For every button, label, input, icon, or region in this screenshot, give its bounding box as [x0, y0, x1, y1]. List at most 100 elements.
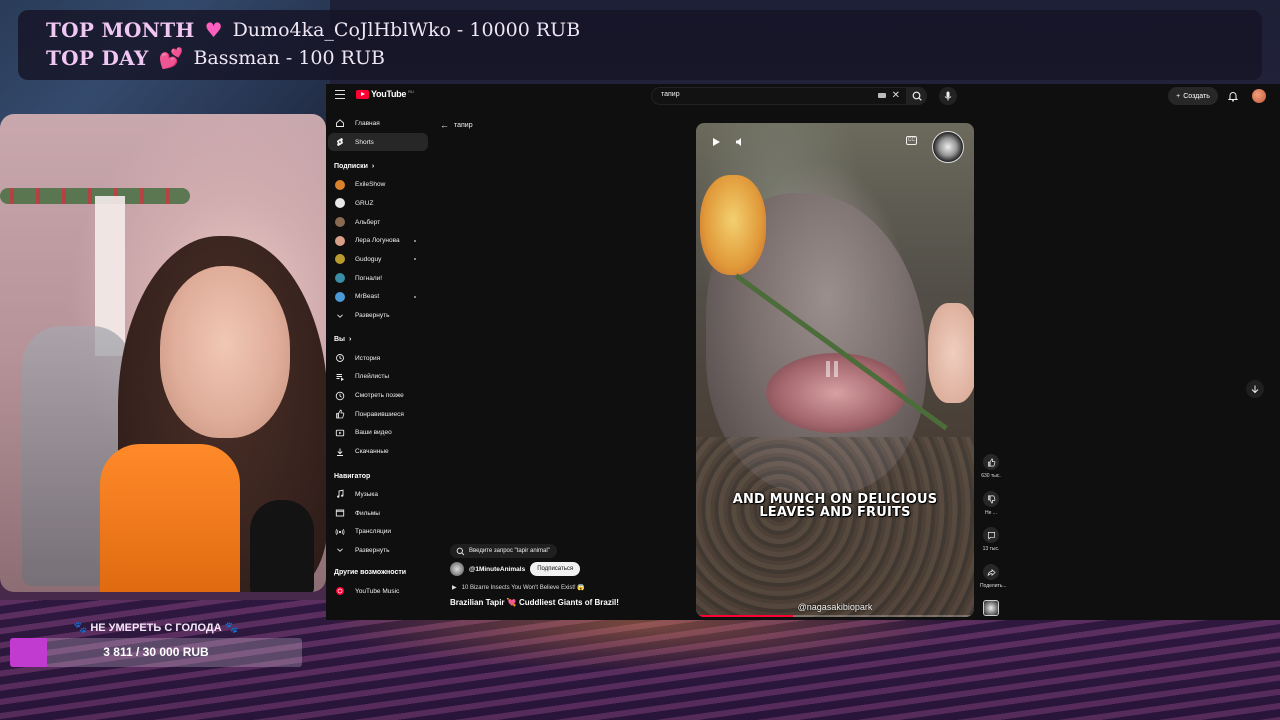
- sound-thumbnail[interactable]: [983, 600, 999, 616]
- sidebar-item-label: Shorts: [355, 138, 374, 146]
- youtube-play-logo-icon: [356, 89, 369, 99]
- chevron-right-icon: ›: [349, 336, 352, 344]
- subscriptions-list: ExileShow GRUZ Альберт Лера Логунова Gudoguy…: [326, 175, 430, 306]
- playlist-link[interactable]: ▶ 10 Bizarre Insects You Won't Believe E…: [452, 584, 585, 591]
- sidebar-item-label: Лера Логунова: [355, 237, 400, 245]
- top-day-label: TOP DAY: [46, 46, 149, 70]
- sidebar-item-live[interactable]: Трансляции: [326, 522, 430, 541]
- thumbs-up-icon: [987, 458, 995, 466]
- video-progress-bar[interactable]: [696, 615, 974, 617]
- volume-icon: [736, 138, 741, 146]
- music-icon: [335, 489, 345, 499]
- subscriptions-header-label: Подписки: [334, 162, 368, 170]
- youtube-music-icon: [335, 586, 345, 596]
- create-button[interactable]: + Создать: [1168, 87, 1218, 105]
- voice-search-button[interactable]: [939, 87, 957, 105]
- live-icon: [335, 527, 345, 537]
- sidebar-item-like[interactable]: Понравившиеся: [326, 405, 430, 424]
- pause-icon: [824, 359, 840, 379]
- subscribe-button[interactable]: Подписаться: [530, 562, 581, 576]
- back-to-search-button[interactable]: ← тапир: [440, 120, 473, 130]
- share-button[interactable]: Поделить...: [980, 564, 1007, 589]
- sidebar-item-shorts[interactable]: Shorts: [328, 132, 428, 152]
- sidebar-item-expand-subs[interactable]: Развернуть: [326, 306, 430, 325]
- sidebar-item-subscription[interactable]: Альберт: [326, 213, 430, 232]
- sidebar-item-watch-later[interactable]: Смотреть позже: [326, 386, 430, 405]
- sidebar-you-header[interactable]: Вы ›: [326, 331, 430, 349]
- you-list: История Плейлисты Смотреть позже Понравивши…: [326, 349, 430, 461]
- channel-avatar[interactable]: [450, 562, 464, 576]
- navigator-list: Музыка Фильмы Трансляции Развернуть: [326, 485, 430, 560]
- chevron-right-icon: ›: [371, 162, 375, 170]
- sidebar-item-chevron-down[interactable]: Развернуть: [326, 541, 430, 560]
- dislike-button[interactable]: Не ...: [980, 491, 1002, 516]
- channel-avatar: [335, 273, 345, 284]
- keyboard-icon[interactable]: [878, 93, 886, 98]
- sidebar-item-history[interactable]: История: [326, 349, 430, 368]
- playlists-icon: [335, 372, 345, 382]
- thumbs-down-icon: [987, 495, 995, 503]
- sidebar-item-label: Смотреть позже: [355, 392, 404, 400]
- captions-button[interactable]: CC: [906, 136, 917, 145]
- channel-avatar: [335, 217, 345, 228]
- sidebar-item-subscription[interactable]: Погнали!: [326, 269, 430, 288]
- sidebar-item-subscription[interactable]: GRUZ: [326, 194, 430, 213]
- sidebar-item-download[interactable]: Скачанные: [326, 442, 430, 461]
- chevron-down-icon: [335, 311, 345, 321]
- play-button[interactable]: [710, 135, 722, 147]
- search-icon: [456, 547, 465, 555]
- sidebar-item-label: История: [355, 354, 381, 362]
- you-header-label: Вы: [334, 336, 346, 344]
- sidebar-item-label: Развернуть: [355, 312, 390, 320]
- navigator-header-label: Навигатор: [334, 472, 371, 480]
- sidebar-item-subscription[interactable]: ExileShow: [326, 175, 430, 194]
- comments-button[interactable]: 13 тыс.: [980, 527, 1002, 552]
- youtube-logo[interactable]: YouTube RU: [356, 89, 414, 99]
- sidebar-item-home[interactable]: Главная: [326, 114, 430, 133]
- like-button[interactable]: 630 тыс.: [980, 454, 1002, 479]
- channel-avatar: [335, 235, 345, 246]
- youtube-logo-text: YouTube: [371, 89, 407, 99]
- sidebar-item-label: Развернуть: [355, 546, 390, 554]
- sidebar-item-subscription[interactable]: MrBeast: [326, 288, 430, 307]
- menu-icon[interactable]: [335, 90, 345, 99]
- sidebar-item-subscription[interactable]: Лера Логунова: [326, 231, 430, 250]
- sidebar-item-music[interactable]: Музыка: [326, 485, 430, 504]
- notifications-button[interactable]: [1226, 89, 1240, 103]
- sidebar-item-subscription[interactable]: Gudoguy: [326, 250, 430, 269]
- video-frame-apple: [700, 175, 766, 275]
- search-input[interactable]: тапир ✕: [651, 87, 907, 105]
- account-avatar[interactable]: [1252, 89, 1266, 103]
- sidebar-item-label: Музыка: [355, 490, 378, 498]
- video-title[interactable]: Brazilian Tapir 💘 Cuddliest Giants of Br…: [450, 598, 619, 607]
- volume-button[interactable]: [734, 135, 746, 147]
- donation-goal-bar: 3 811 / 30 000 RUB: [10, 638, 302, 667]
- sidebar-item-your-videos[interactable]: Ваши видео: [326, 424, 430, 443]
- top-day-row: TOP DAY 💕 Bassman - 100 RUB: [46, 46, 385, 70]
- top-month-value: Dumo4ka_CoJlHblWko - 10000 RUB: [232, 19, 581, 41]
- microphone-icon: [944, 91, 952, 101]
- shorts-video-player[interactable]: CC AND MUNCH ON DELICIOUS LEAVES AND FRU…: [696, 123, 974, 617]
- sidebar-item-label: YouTube Music: [355, 587, 400, 595]
- sidebar-item-movies[interactable]: Фильмы: [326, 504, 430, 523]
- clear-search-icon[interactable]: ✕: [892, 90, 900, 102]
- search-suggestion-chip[interactable]: Введите запрос "tapir animal": [450, 544, 557, 558]
- dislike-label: Не ...: [985, 510, 997, 516]
- more-header-label: Другие возможности: [334, 569, 407, 577]
- play-icon: ▶: [452, 585, 457, 591]
- channel-watermark-badge: [932, 131, 964, 163]
- sidebar-item-label: Gudoguy: [355, 255, 382, 263]
- donation-goal-text: 3 811 / 30 000 RUB: [103, 645, 209, 659]
- search-input-value: тапир: [661, 91, 680, 98]
- video-progress-fill: [696, 615, 794, 617]
- sidebar-subscriptions-header[interactable]: Подписки ›: [326, 157, 430, 175]
- search-icon: [912, 91, 922, 101]
- watch-later-icon: [335, 391, 345, 401]
- search-button[interactable]: [907, 87, 927, 105]
- sidebar-item-youtube-music[interactable]: YouTube Music: [326, 582, 430, 601]
- sidebar-item-playlists[interactable]: Плейлисты: [326, 368, 430, 387]
- chevron-down-icon: [335, 545, 345, 555]
- next-short-button[interactable]: [1246, 380, 1264, 398]
- hearts-icon: 💕: [158, 46, 184, 70]
- channel-name[interactable]: @1MinuteAnimals: [469, 566, 525, 573]
